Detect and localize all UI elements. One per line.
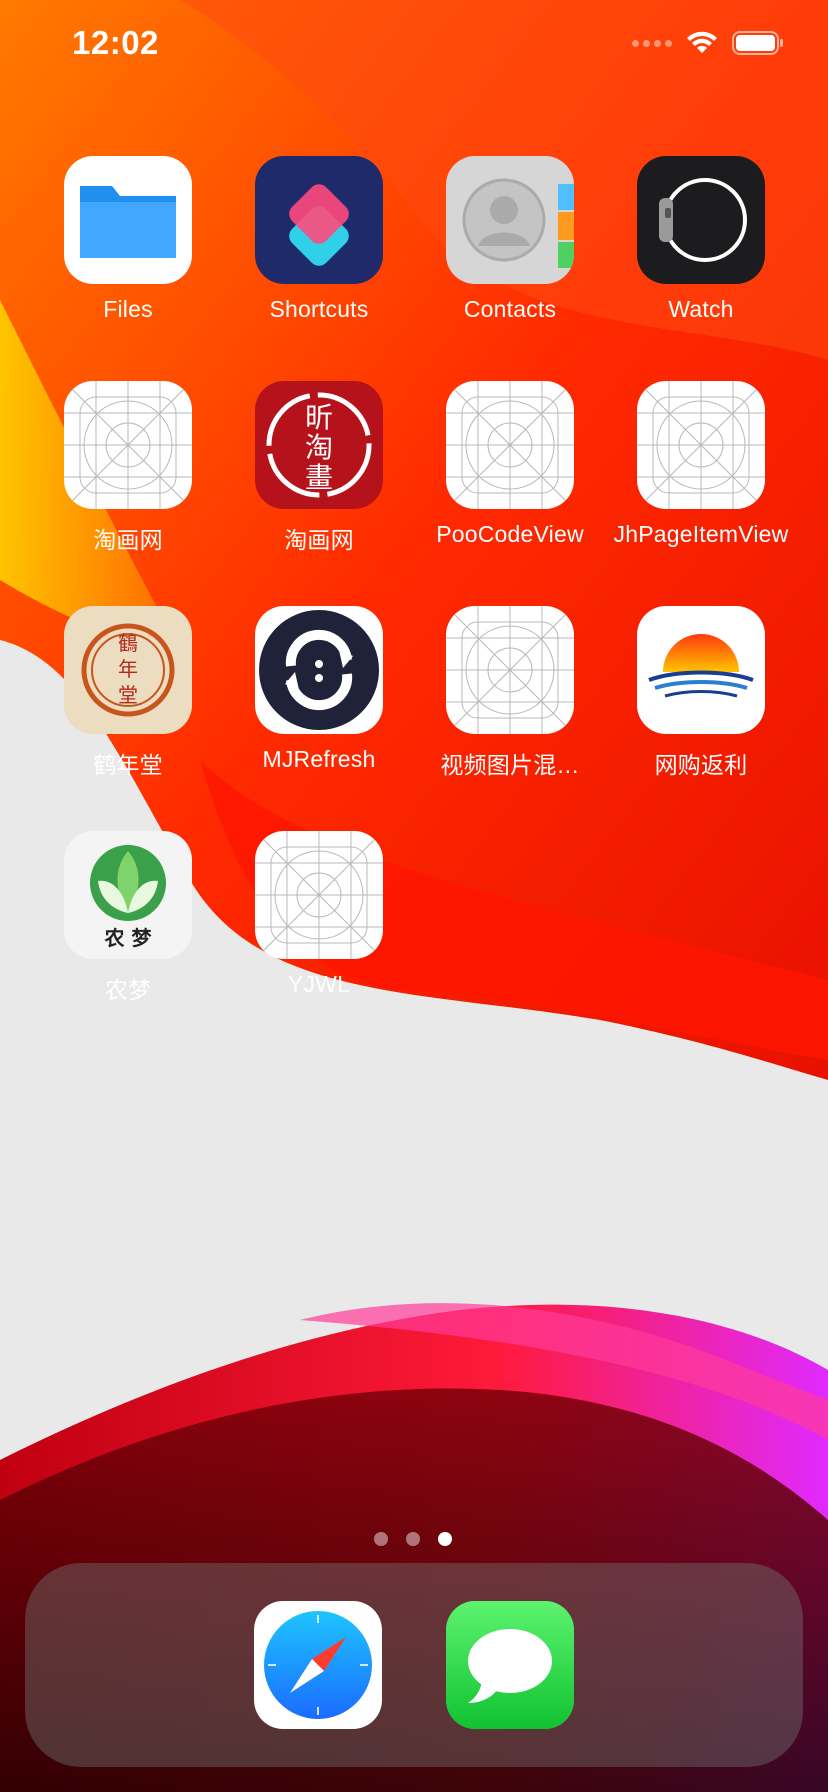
app-label: JhPageItemView <box>613 521 789 547</box>
app-label: Shortcuts <box>269 296 369 322</box>
app-mjrefresh[interactable]: MJRefresh <box>224 606 414 806</box>
contacts-icon <box>446 156 574 284</box>
placeholder-app-icon <box>64 381 192 509</box>
app-label: Files <box>103 296 153 322</box>
status-icons <box>632 30 784 56</box>
app-label: 农梦 <box>104 977 152 1003</box>
app-contacts[interactable]: Contacts <box>415 156 605 356</box>
battery-icon <box>732 31 783 55</box>
page-dot[interactable] <box>374 1532 388 1546</box>
app-files[interactable]: Files <box>33 156 223 356</box>
placeholder-app-icon <box>446 606 574 734</box>
placeholder-app-icon <box>446 381 574 509</box>
placeholder-app-icon <box>637 381 765 509</box>
logo-char: 年 <box>118 657 138 681</box>
messages-bubble-icon <box>446 1601 574 1729</box>
sunrise-sea-icon <box>637 606 765 734</box>
safari-compass-icon <box>264 1611 372 1719</box>
app-label: 鹤年堂 <box>93 752 163 778</box>
app-label: Contacts <box>463 296 557 322</box>
app-shortcuts[interactable]: Shortcuts <box>224 156 414 356</box>
page-indicator[interactable] <box>374 1532 452 1546</box>
placeholder-app-icon <box>255 831 383 959</box>
shortcuts-icon <box>255 156 383 284</box>
app-taohuawang-2[interactable]: 昕 淘 畫 淘画网 <box>224 381 414 581</box>
app-taohuawang-1[interactable]: 淘画网 <box>33 381 223 581</box>
mjrefresh-icon <box>255 606 383 734</box>
henian-tang-logo-icon: 鶴 年 堂 <box>64 606 192 734</box>
logo-char: 鶴 <box>118 631 138 655</box>
app-jhpageitemview[interactable]: JhPageItemView <box>606 381 796 581</box>
page-dot-active[interactable] <box>438 1532 452 1546</box>
dock-safari[interactable] <box>254 1601 382 1729</box>
status-time: 12:02 <box>72 24 159 61</box>
app-video-image-mix[interactable]: 视频图片混… <box>415 606 605 806</box>
app-label: 淘画网 <box>284 527 354 553</box>
nongmeng-leaf-icon: 农 梦 <box>64 831 192 959</box>
app-label: PooCodeView <box>436 521 584 547</box>
logo-char: 堂 <box>118 683 138 707</box>
taohuawang-seal-icon: 昕 淘 畫 <box>255 381 383 509</box>
app-poocodeview[interactable]: PooCodeView <box>415 381 605 581</box>
files-folder-icon <box>64 156 192 284</box>
app-label: Watch <box>668 296 734 322</box>
app-henian-tang[interactable]: 鶴 年 堂 鹤年堂 <box>33 606 223 806</box>
app-label: 视频图片混… <box>440 752 580 778</box>
app-label: 网购返利 <box>654 752 748 778</box>
page-dot[interactable] <box>406 1532 420 1546</box>
app-nongmeng[interactable]: 农 梦 农梦 <box>33 831 223 1031</box>
app-yjwl[interactable]: YJWL <box>224 831 414 1031</box>
watch-icon <box>637 156 765 284</box>
status-bar: 12:02 <box>0 0 828 90</box>
nongmeng-text: 农 梦 <box>104 926 153 950</box>
wifi-icon <box>687 31 717 53</box>
app-wanggou-fanli[interactable]: 网购返利 <box>606 606 796 806</box>
seal-char: 淘 <box>305 431 333 464</box>
dock <box>25 1563 803 1767</box>
app-watch[interactable]: Watch <box>606 156 796 356</box>
app-label: YJWL <box>287 971 351 997</box>
dock-messages[interactable] <box>446 1601 574 1729</box>
app-label: 淘画网 <box>93 527 163 553</box>
seal-char: 昕 <box>305 401 333 434</box>
app-label: MJRefresh <box>262 746 376 772</box>
cellular-signal-icon <box>632 39 672 47</box>
seal-char: 畫 <box>305 461 333 494</box>
